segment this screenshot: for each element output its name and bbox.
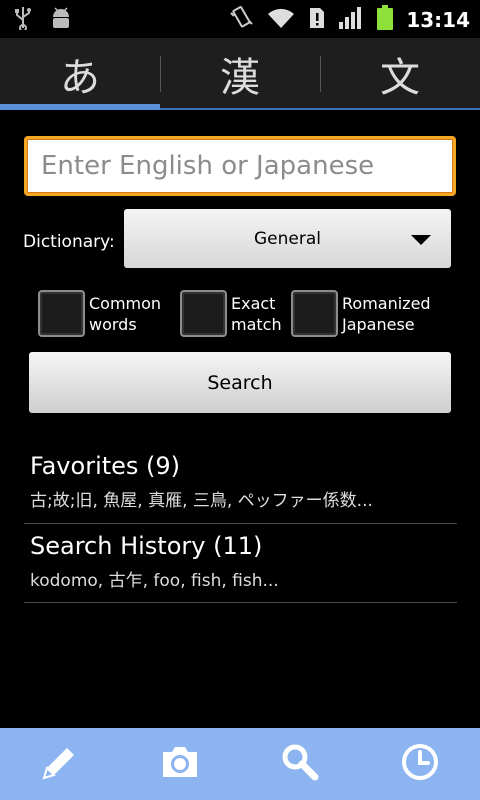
camera-button[interactable]: [120, 728, 240, 800]
dictionary-label: Dictionary:: [23, 232, 115, 252]
tab-indicator: [160, 108, 320, 110]
checkbox-label: Romanized Japanese: [342, 294, 431, 334]
tab-label: 漢: [220, 55, 260, 101]
tab-kanji[interactable]: 漢: [160, 38, 320, 110]
battery-icon: [376, 5, 394, 35]
romanized-japanese-checkbox[interactable]: Romanized Japanese: [291, 290, 431, 337]
search-tab-button[interactable]: [240, 728, 360, 800]
favorites-item[interactable]: Favorites (9) 古;故;旧, 魚屋, 真雁, 三鳥, ペッファー係数…: [24, 452, 457, 524]
tab-label: 文: [380, 55, 420, 101]
wifi-icon: [266, 6, 296, 34]
input-mode-tabs: あ 漢 文: [0, 38, 480, 110]
status-clock: 13:14: [406, 8, 470, 32]
clock-icon: [400, 742, 440, 786]
vibrate-icon: [228, 5, 254, 35]
signal-icon: [338, 6, 364, 34]
tab-indicator: [320, 108, 480, 110]
status-bar: 13:14: [0, 0, 480, 38]
favorites-preview: 古;故;旧, 魚屋, 真雁, 三鳥, ペッファー係数...: [30, 491, 373, 511]
history-preview: kodomo, 古乍, foo, fish, fish...: [30, 571, 279, 591]
dictionary-select[interactable]: General: [124, 209, 451, 268]
common-words-checkbox[interactable]: Common words: [38, 290, 161, 337]
search-history-item[interactable]: Search History (11) kodomo, 古乍, foo, fis…: [24, 532, 457, 603]
tab-indicator: [0, 104, 160, 110]
android-debug-icon: [50, 6, 72, 34]
tab-sentence[interactable]: 文: [320, 38, 480, 110]
dropdown-arrow-icon: [411, 235, 431, 245]
checkbox-label: Exact match: [231, 294, 282, 334]
favorites-title: Favorites (9): [30, 452, 181, 480]
usb-icon: [14, 6, 32, 34]
camera-icon: [160, 744, 200, 784]
pencil-icon: [40, 742, 80, 786]
tab-label: あ: [60, 55, 100, 101]
checkbox-box[interactable]: [38, 290, 85, 337]
search-button[interactable]: Search: [29, 352, 451, 413]
history-title: Search History (11): [30, 532, 263, 560]
checkbox-label: Common words: [89, 294, 162, 334]
search-icon: [280, 742, 320, 786]
exact-match-checkbox[interactable]: Exact match: [180, 290, 282, 337]
tab-hiragana[interactable]: あ: [0, 38, 160, 110]
checkbox-box[interactable]: [291, 290, 338, 337]
handwriting-button[interactable]: [0, 728, 120, 800]
bottom-action-bar: [0, 728, 480, 800]
history-button[interactable]: [360, 728, 480, 800]
sim-alert-icon: [308, 6, 326, 34]
search-options: Common words Exact match Romanized Japanese: [38, 290, 458, 340]
dictionary-selected-value: General: [254, 228, 321, 249]
search-input[interactable]: [24, 136, 456, 196]
checkbox-box[interactable]: [180, 290, 227, 337]
